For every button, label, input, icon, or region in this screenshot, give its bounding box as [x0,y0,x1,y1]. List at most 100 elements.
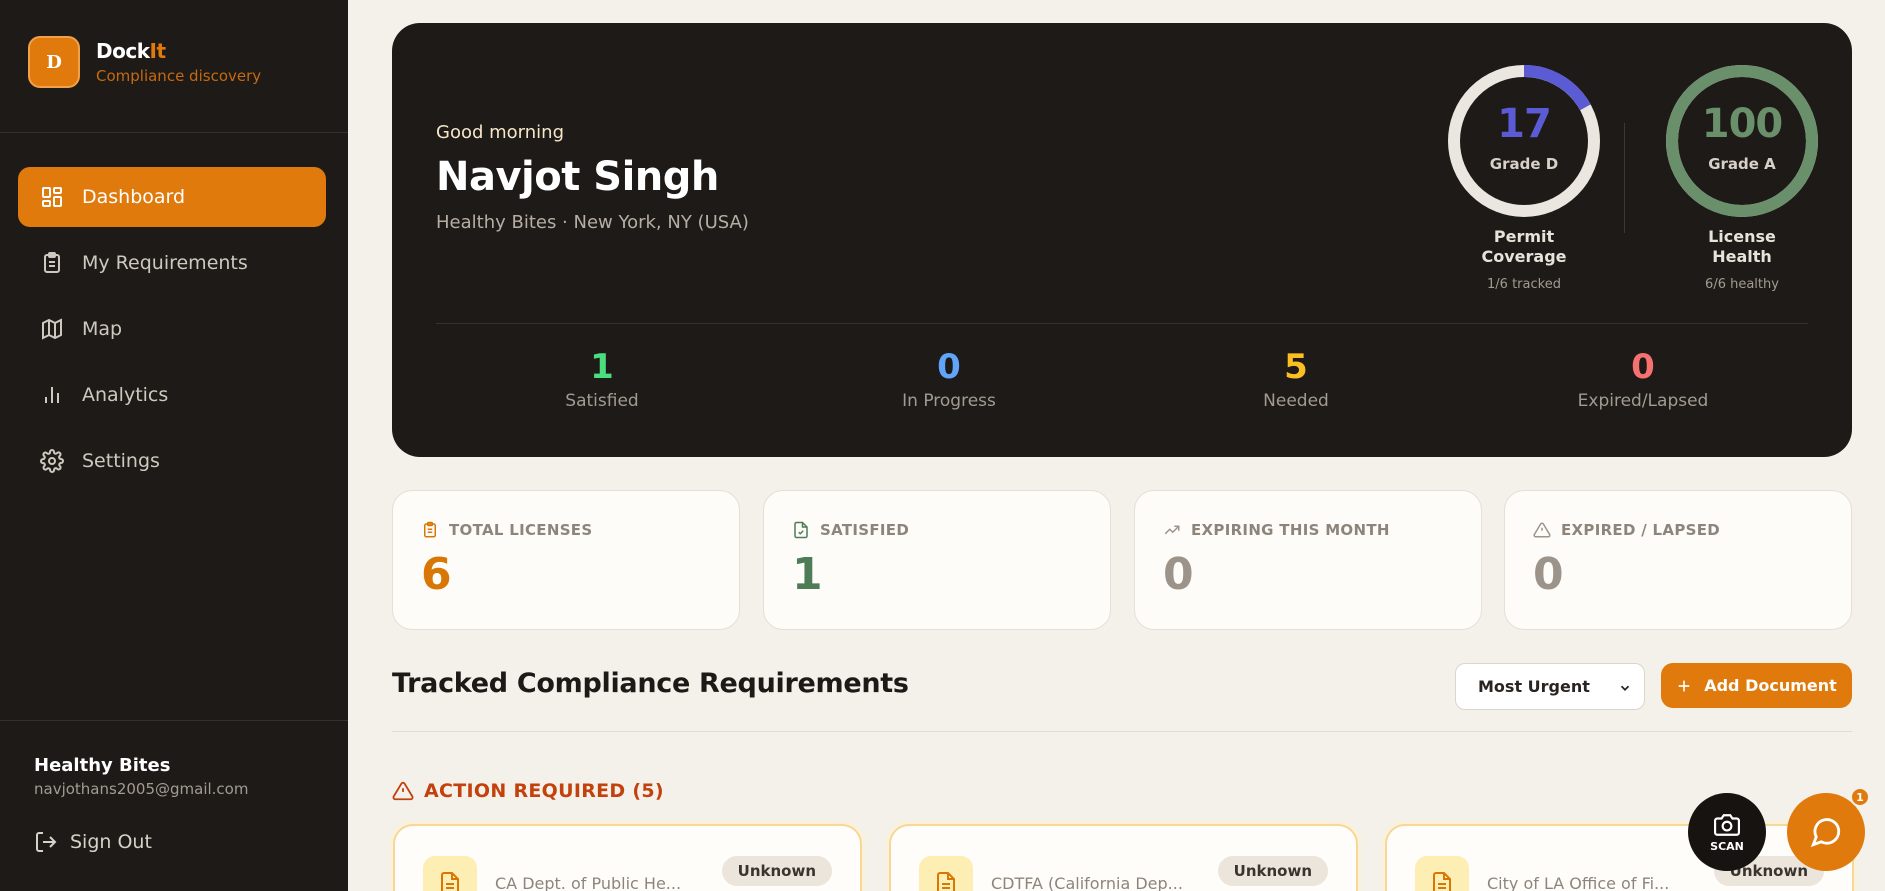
sidebar-item-label: Map [82,318,123,340]
brand-logo: D [28,36,80,88]
sidebar-item-label: Settings [82,450,160,472]
document-icon [937,872,955,891]
requirement-agency: CDTFA (California Dep... [991,874,1183,891]
action-required-label: ACTION REQUIRED (5) [424,780,664,802]
sidebar-item-map[interactable]: Map [18,299,326,359]
total-licenses-card[interactable]: TOTAL LICENSES 6 [392,490,740,630]
add-document-button[interactable]: Add Document [1661,663,1852,708]
expired-lapsed-card[interactable]: EXPIRED / LAPSED 0 [1504,490,1852,630]
permit-coverage-value: 17 [1497,101,1552,147]
status-badge: Unknown [721,856,832,886]
requirement-card[interactable]: CA Dept. of Public He... Unknown [393,824,862,891]
permit-coverage-score[interactable]: 17 Grade D Permit Coverage 1/6 tracked [1439,63,1609,292]
clipboard-icon [44,252,60,273]
document-icon-tile [423,856,477,891]
greeting-text: Good morning [436,122,564,143]
expiring-this-month-card[interactable]: EXPIRING THIS MONTH 0 [1134,490,1482,630]
business-location: Healthy Bites · New York, NY (USA) [436,212,749,233]
sidebar-item-settings[interactable]: Settings [18,431,326,491]
sidebar-nav: Dashboard My Requirements Map Analytics … [18,167,326,497]
section-divider [392,731,1852,732]
license-health-sub: 6/6 healthy [1705,277,1779,292]
brand-subtitle: Compliance discovery [96,67,262,85]
document-icon-tile [919,856,973,891]
account-info: Healthy Bites navjothans2005@gmail.com [34,755,248,798]
file-check-icon [794,521,808,539]
brand[interactable]: D DockIt Compliance discovery [28,36,261,88]
permit-coverage-label: Permit Coverage [1481,227,1567,266]
status-badge: Unknown [1217,856,1328,886]
document-icon [441,872,459,891]
warning-icon [392,781,414,801]
plus-icon [1678,680,1690,691]
stat-label: Expired/Lapsed [1577,391,1709,411]
stat-expired: 0 Expired/Lapsed [1523,347,1763,411]
dashboard-icon [42,187,62,207]
chat-bubble-icon [1810,818,1841,848]
permit-coverage-grade: Grade D [1489,155,1559,173]
stat-label: In Progress [902,391,996,411]
card-title: TOTAL LICENSES [449,521,593,539]
section-title: Tracked Compliance Requirements [392,668,909,699]
add-document-label: Add Document [1704,676,1837,695]
sidebar-item-label: Analytics [82,384,169,406]
requirement-agency: CA Dept. of Public He... [495,874,682,891]
card-value: 6 [421,549,452,600]
stat-needed: 5 Needed [1176,347,1416,411]
document-icon [1433,872,1451,891]
camera-icon [1714,813,1740,836]
scan-button[interactable]: SCAN [1688,793,1766,871]
sidebar-item-analytics[interactable]: Analytics [18,365,326,425]
stat-value: 1 [590,347,614,387]
stat-label: Needed [1263,391,1329,411]
brand-name: DockIt [96,39,166,63]
stat-value: 0 [937,347,961,387]
license-health-label: License Health [1708,227,1776,266]
scan-label: SCAN [1710,839,1744,853]
sort-select[interactable]: Most Urgent [1455,663,1645,710]
card-value: 0 [1533,549,1564,600]
sort-select-value: Most Urgent [1478,677,1590,696]
permit-coverage-sub: 1/6 tracked [1487,277,1561,292]
hero-divider [436,323,1808,324]
account-email: navjothans2005@gmail.com [34,780,249,798]
card-title: EXPIRING THIS MONTH [1191,521,1390,539]
requirement-card[interactable]: City of LA Office of Fi... Unknown [1385,824,1854,891]
card-value: 0 [1163,549,1194,600]
sign-out-button[interactable]: Sign Out [34,830,152,854]
sidebar-divider [0,132,348,133]
requirement-agency: City of LA Office of Fi... [1487,874,1670,891]
user-name: Navjot Singh [436,154,719,200]
clipboard-icon [424,521,436,538]
license-health-grade: Grade A [1708,155,1776,173]
map-icon [42,318,62,340]
license-health-value: 100 [1701,101,1784,147]
document-icon-tile [1415,856,1469,891]
card-title: EXPIRED / LAPSED [1561,521,1721,539]
sidebar: D DockIt Compliance discovery Dashboard … [0,0,348,891]
sidebar-item-dashboard[interactable]: Dashboard [18,167,326,227]
ring-divider [1624,123,1625,233]
sidebar-item-label: My Requirements [82,252,248,274]
sign-out-label: Sign Out [70,831,152,853]
stat-label: Satisfied [565,391,639,411]
sidebar-item-label: Dashboard [82,186,186,208]
bar-chart-icon [45,387,59,403]
satisfied-card[interactable]: SATISFIED 1 [763,490,1111,630]
chevron-down-icon [1620,685,1630,691]
chat-notification-badge: 1 [1850,787,1870,807]
sidebar-divider [0,720,348,721]
sidebar-item-my-requirements[interactable]: My Requirements [18,233,326,293]
stat-in-progress: 0 In Progress [829,347,1069,411]
welcome-hero-card: Good morning Navjot Singh Healthy Bites … [392,23,1852,457]
requirement-card[interactable]: CDTFA (California Dep... Unknown [889,824,1358,891]
stat-value: 0 [1631,347,1655,387]
logout-icon [36,832,57,852]
card-value: 1 [792,549,823,600]
warning-icon [1533,522,1551,538]
gear-icon [40,449,64,473]
license-health-score[interactable]: 100 Grade A License Health 6/6 healthy [1657,63,1827,292]
trending-up-icon [1164,525,1180,535]
card-title: SATISFIED [820,521,910,539]
stat-value: 5 [1284,347,1308,387]
